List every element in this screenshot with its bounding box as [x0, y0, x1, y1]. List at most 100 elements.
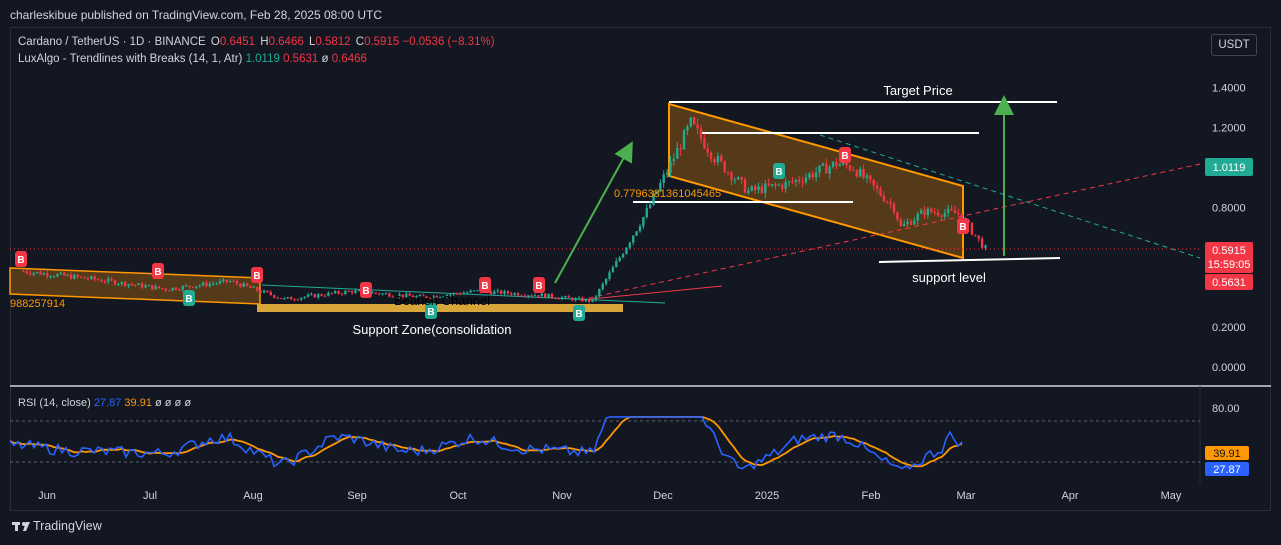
candle-body [662, 174, 665, 183]
time-tick-label: Mar [957, 490, 976, 502]
candle-body [581, 297, 584, 302]
tradingview-logo-icon[interactable] [12, 522, 30, 531]
candle-body [567, 296, 571, 298]
candle-body [266, 290, 269, 293]
candle-body [543, 293, 547, 298]
rsi-axis-label: 80.00 [1212, 403, 1240, 415]
rsi-line [9, 416, 963, 471]
candle-body [882, 195, 886, 202]
candle-body [303, 296, 306, 298]
candle-body [699, 128, 703, 139]
candle-body [188, 285, 191, 287]
candle-body [161, 288, 164, 290]
signal-marker-label: B [575, 309, 582, 320]
signal-marker-label: B [535, 281, 542, 292]
candle-body [300, 297, 303, 300]
candle-body [90, 276, 93, 279]
candle-body [919, 210, 923, 214]
candle-body [283, 298, 286, 300]
candle-body [743, 179, 747, 193]
candle-body [347, 290, 350, 292]
candle-body [164, 288, 167, 291]
price-axis[interactable]: 1.4000 1.2000 0.8000 0.2000 0.0000 [1212, 83, 1246, 374]
candle-body [977, 235, 980, 239]
candle-body [858, 168, 862, 177]
candle-body [750, 186, 753, 191]
candle-body [476, 290, 479, 292]
candle-body [269, 292, 272, 296]
candle-body [577, 297, 581, 299]
signal-marker-label: B [154, 267, 161, 278]
candle-body [804, 177, 808, 183]
rsi-value: 27.87 [93, 397, 122, 409]
candle-body [293, 299, 296, 301]
rsi-pane: 80.00 39.91 27.87 [9, 403, 1249, 476]
candle-body [120, 281, 123, 284]
candle-body [591, 299, 594, 302]
candle-body [96, 279, 100, 281]
candle-body [693, 117, 696, 125]
candle-body [198, 285, 201, 287]
candle-body [801, 181, 804, 183]
candle-body [838, 164, 842, 167]
candle-body [936, 212, 940, 216]
candle-body [259, 290, 262, 293]
candle-body [381, 293, 384, 295]
candle-body [984, 245, 987, 248]
candle-body [357, 290, 361, 292]
signal-marker-label: B [253, 271, 260, 282]
candle-body [770, 184, 774, 186]
candle-body [564, 296, 567, 298]
time-axis[interactable]: Jun Jul Aug Sep Oct Nov Dec 2025 Feb Mar Apr May [38, 490, 1182, 502]
time-tick-label: May [1161, 490, 1182, 502]
candle-body [323, 295, 327, 297]
footer-brand[interactable]: TradingView [33, 519, 102, 533]
candle-body [767, 183, 770, 186]
candle-body [340, 293, 344, 295]
candle-body [889, 202, 892, 204]
candle-body [103, 281, 107, 283]
candle-body [184, 285, 188, 287]
candle-body [611, 267, 615, 273]
candle-body [604, 278, 608, 284]
candle-body [140, 283, 144, 288]
candle-body [557, 298, 560, 300]
candle-body [256, 286, 259, 291]
candle-body [22, 271, 25, 273]
bearish-channel-label: Bearish Channel [394, 293, 490, 308]
candle-body [957, 213, 960, 215]
candle-body [723, 161, 726, 173]
candle-body [540, 293, 543, 297]
candle-body [212, 283, 215, 285]
candle-body [814, 172, 818, 178]
candle-body [618, 257, 621, 261]
candle-body [317, 294, 320, 298]
candle-body [703, 138, 706, 149]
candle-body [635, 231, 638, 236]
price-tick-label: 0.2000 [1212, 322, 1246, 334]
rsi-title[interactable]: RSI (14, close) [18, 397, 91, 409]
indicator-badge-text: 1.0119 [1213, 162, 1246, 174]
candle-body [344, 290, 347, 295]
candle-body [123, 281, 127, 286]
support-badge-text: 0.5631 [1212, 277, 1246, 289]
footer: TradingView [33, 519, 102, 533]
candle-body [679, 148, 682, 150]
candle-body [594, 296, 598, 300]
candle-body [550, 293, 554, 298]
candle-body [879, 188, 882, 196]
candle-body [869, 175, 872, 180]
candle-body [510, 293, 513, 295]
candle-body [669, 161, 672, 173]
trendline-break-1 [579, 285, 723, 301]
candle-body [791, 181, 794, 183]
candle-body [811, 173, 814, 178]
candle-body [903, 223, 906, 227]
candle-body [757, 186, 760, 191]
candle-body [686, 126, 689, 131]
price-tick-label: 1.2000 [1212, 123, 1246, 135]
candle-body [100, 279, 103, 282]
candle-body [472, 290, 476, 292]
candle-body [63, 272, 66, 276]
candle-body [39, 271, 42, 275]
